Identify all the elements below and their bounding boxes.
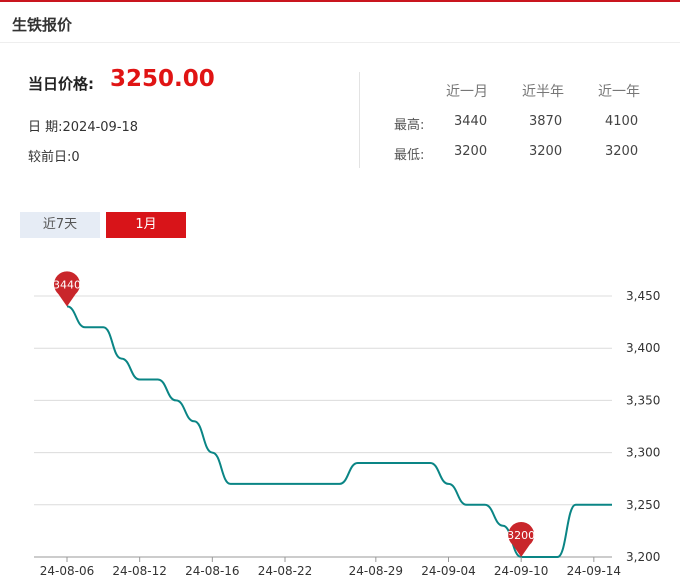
x-tick-label: 24-08-06 [40,564,94,578]
pin-label: 3200 [507,529,535,542]
y-tick-label: 3,350 [626,393,660,407]
stats-low-halfyear: 3200 [529,144,563,159]
y-tick-label: 3,450 [626,289,660,303]
y-tick-label: 3,250 [626,498,660,512]
stats-low-month: 3200 [454,144,488,159]
price-pin-marker: 3440 [53,271,81,307]
price-pin-marker: 3200 [507,521,535,557]
y-tick-label: 3,400 [626,341,660,355]
panel-header: 生铁报价 [0,2,680,43]
y-tick-label: 3,200 [626,550,660,564]
stats-high-halfyear: 3870 [529,114,563,129]
tab-1-month[interactable]: 1月 [106,212,186,238]
stats-high-month: 3440 [454,114,488,129]
x-tick-label: 24-09-10 [494,564,548,578]
tab-7-days[interactable]: 近7天 [20,212,100,238]
x-tick-label: 24-08-22 [258,564,312,578]
panel-title: 生铁报价 [12,16,73,34]
x-tick-label: 24-08-29 [349,564,403,578]
price-line-chart: 3440 3200 3,200 3,250 3,300 3,350 3,400 3,450 2… [34,271,660,578]
price-value: 3250.00 [110,66,215,92]
stats-col-year: 近一年 [598,84,640,100]
x-tick-label: 24-09-04 [421,564,475,578]
stats-divider [359,72,360,168]
stats-high-year: 4100 [605,114,639,129]
price-label: 当日价格: [28,75,94,93]
stats-high-label: 最高: [394,118,425,133]
stats-low-label: 最低: [394,148,425,163]
x-tick-label: 24-08-16 [185,564,239,578]
date-text: 日 期:2024-09-18 [28,120,139,135]
change-text: 较前日:0 [28,150,80,165]
stats-low-year: 3200 [605,144,639,159]
pin-label: 3440 [53,278,81,291]
x-tick-label: 24-08-12 [112,564,166,578]
y-tick-label: 3,300 [626,446,660,460]
series-line [66,305,613,558]
stats-col-halfyear: 近半年 [522,84,564,100]
x-tick-label: 24-09-14 [567,564,621,578]
stats-col-month: 近一月 [446,84,488,100]
